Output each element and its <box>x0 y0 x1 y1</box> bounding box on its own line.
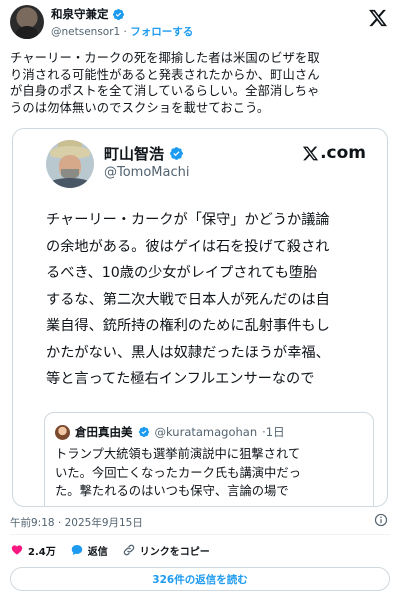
post-timestamp[interactable]: 午前9:18 · 2025年9月15日 <box>10 515 143 530</box>
reply-button[interactable]: 返信 <box>70 543 108 558</box>
x-com-logo: .com <box>302 143 366 163</box>
copy-link-label: リンクをコピー <box>139 546 210 558</box>
screenshot-line: かたがない、黒人は奴隷だったほうが幸福、 <box>46 344 330 361</box>
screenshot-author-name: 町山智浩 <box>104 145 165 163</box>
heart-icon <box>11 545 23 555</box>
screenshot-line: るべき、10歳の少女がレイプされても堕胎 <box>46 265 318 281</box>
tweet-text: チャーリー・カークの死を揶揄した者は米国のビザを取 り消される可能性があると発表… <box>10 50 392 116</box>
quoted-line: いた。今回亡くなったカーク氏も講演中だっ <box>55 465 301 480</box>
verified-badge-icon <box>138 426 149 438</box>
verified-badge-icon <box>170 147 183 160</box>
author-handle-row: @netsensor1 · フォローする <box>51 24 193 39</box>
screenshot-line: するな、第二次大戦で日本人が死んだのは自 <box>46 291 330 308</box>
screenshot-name-row: 町山智浩 <box>104 143 184 164</box>
screenshot-line: チャーリー・カークが「保守」かどうか議論 <box>46 212 330 228</box>
quoted-post-time: ·1日 <box>262 425 285 439</box>
tweet-line: チャーリー・カークの死を揶揄した者は米国のビザを取 <box>10 51 320 65</box>
divider <box>10 534 390 535</box>
screenshot-line: の余地がある。彼はゲイは石を投げて殺され <box>46 238 330 255</box>
like-button[interactable]: 2.4万 <box>10 543 56 558</box>
like-count: 2.4万 <box>28 546 56 558</box>
quoted-post-text: トランプ大統領も選挙前演説中に狙撃されて いた。今回亡くなったカーク氏も講演中だ… <box>55 445 367 501</box>
quoted-author-name: 倉田真由美 <box>75 425 133 439</box>
copy-link-button[interactable]: リンクをコピー <box>122 543 210 558</box>
x-logo-icon <box>302 146 319 160</box>
attached-screenshot-image[interactable]: 町山智浩 @TomoMachi .com チャーリー・カークが「保守」かどうか議… <box>12 128 388 507</box>
tweet-line: が自身のポストを全て消しているらしい。全部消しちゃ <box>10 84 320 98</box>
read-replies-button[interactable]: 326件の返信を読む <box>10 567 390 591</box>
author-avatar[interactable] <box>10 5 44 39</box>
info-icon[interactable] <box>374 513 388 527</box>
screenshot-line: 業自得、銃所持の権利のために乱射事件もし <box>46 318 330 334</box>
reply-icon <box>71 545 82 555</box>
screenshot-card: 町山智浩 @TomoMachi .com チャーリー・カークが「保守」かどうか議… <box>24 129 376 506</box>
tweet-header: 和泉守兼定 @netsensor1 · フォローする <box>0 0 400 44</box>
screenshot-post-text: チャーリー・カークが「保守」かどうか議論 の余地がある。彼はゲイは石を投げて殺さ… <box>46 207 376 393</box>
screenshot-quoted-post: 倉田真由美 @kuratamagohan ·1日 トランプ大統領も選挙前演説中に… <box>44 412 374 506</box>
author-name[interactable]: 和泉守兼定 <box>51 6 109 22</box>
tweet-line: り消される可能性があると発表されたからか、町山さん <box>10 67 320 82</box>
quoted-author-avatar <box>55 424 70 440</box>
screenshot-author-avatar <box>46 140 94 188</box>
link-icon <box>123 544 134 556</box>
x-com-text: .com <box>320 143 366 163</box>
quoted-line: た。撃たれるのはいつも保守、言論の場で <box>55 484 289 498</box>
tweet-line: うのは勿体無いのでスクショを載せておこう。 <box>10 100 270 115</box>
quoted-author-handle: @kuratamagohan <box>154 425 258 439</box>
screenshot-author-handle: @TomoMachi <box>104 165 190 180</box>
screenshot-line: 等と言ってた極右インフルエンサーなので <box>46 371 315 387</box>
quoted-line: トランプ大統領も選挙前演説中に狙撃されて <box>55 447 301 461</box>
handle-separator: · <box>120 26 131 38</box>
quoted-post-header: 倉田真由美 @kuratamagohan ·1日 <box>55 424 285 440</box>
reply-label: 返信 <box>87 546 108 558</box>
verified-badge-icon <box>112 8 124 20</box>
author-handle[interactable]: @netsensor1 <box>51 26 120 38</box>
action-bar: 2.4万 返信 リンクをコピー <box>10 541 224 559</box>
follow-button[interactable]: フォローする <box>130 26 193 38</box>
x-logo-icon[interactable] <box>368 8 388 28</box>
author-name-row: 和泉守兼定 <box>51 6 125 22</box>
